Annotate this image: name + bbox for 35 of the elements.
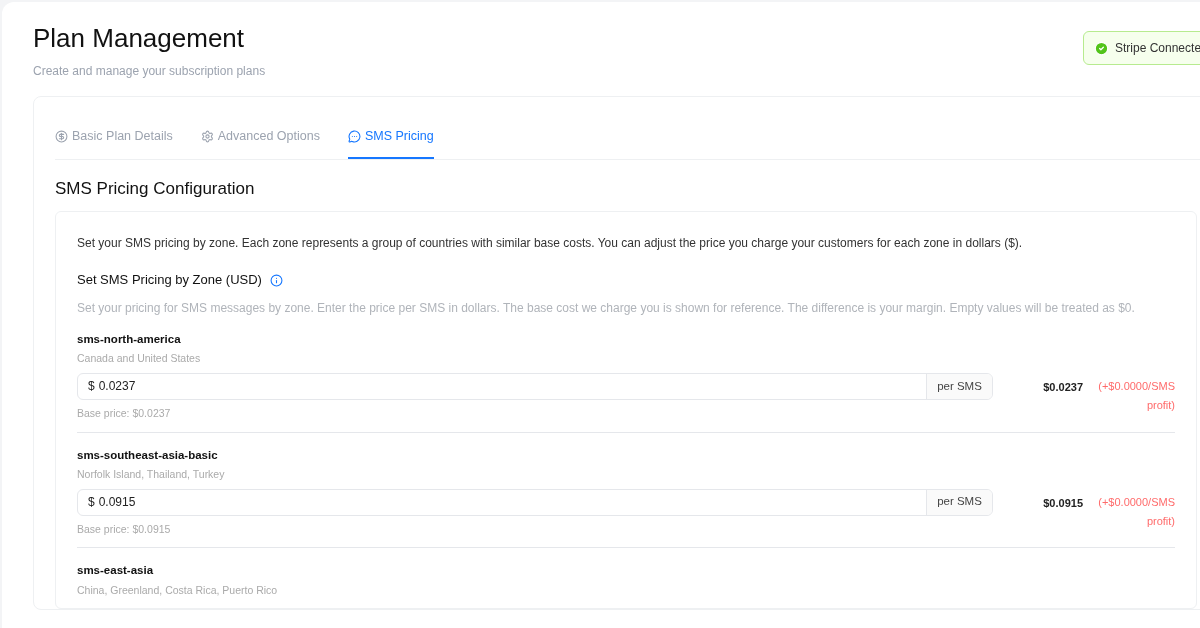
unit-label: per SMS bbox=[926, 373, 992, 399]
tab[interactable]: Advanced Options bbox=[200, 117, 320, 159]
zone-countries: Norfolk Island, Thailand, Turkey bbox=[77, 466, 226, 482]
zone-name: sms-east-asia bbox=[77, 563, 155, 579]
intro-text: Set your SMS pricing by zone. Each zone represents a group of countries with similar base costs. You can adjust the price you charge your customers for each zone in dollars ($). bbox=[77, 235, 1024, 253]
zone-countries: China, Greenland, Costa Rica, Puerto Rico bbox=[77, 582, 279, 598]
unit-label: per SMS bbox=[926, 489, 992, 515]
zone-countries: Canada and United States bbox=[77, 351, 202, 366]
stripe-status-badge: Stripe Connecte bbox=[1083, 31, 1200, 65]
zone-name: sms-southeast-asia-basic bbox=[77, 447, 219, 463]
section-title: SMS Pricing Configuration bbox=[55, 177, 256, 200]
price-input[interactable]: $ 0.0915 per SMS bbox=[77, 488, 993, 516]
price-input[interactable]: $ 0.0237 per SMS bbox=[77, 372, 993, 400]
page-subtitle: Create and manage your subscription plans bbox=[33, 63, 266, 80]
settings-icon bbox=[200, 129, 214, 143]
zone-description: Set your pricing for SMS messages by zone. Enter the price per SMS in dollars. The base cost we charge you is shown for reference. The difference is your margin. Empty values will be treated as $0. bbox=[77, 299, 1136, 317]
dollar-icon bbox=[55, 129, 68, 143]
chat-icon bbox=[347, 129, 361, 143]
check-icon bbox=[1094, 40, 1109, 56]
price-value: 0.0237 bbox=[98, 378, 136, 396]
price-value: 0.0915 bbox=[98, 494, 136, 511]
base-price: Base price: $0.0915 bbox=[77, 521, 172, 537]
info-icon[interactable] bbox=[269, 273, 283, 287]
currency-symbol: $ bbox=[88, 378, 95, 396]
price-total: $0.0915 bbox=[1043, 495, 1083, 511]
price-total: $0.0237 bbox=[1043, 380, 1083, 396]
tab[interactable]: SMS Pricing bbox=[347, 117, 434, 159]
base-price: Base price: $0.0237 bbox=[77, 405, 172, 421]
zone-name: sms-north-america bbox=[77, 331, 182, 347]
currency-symbol: $ bbox=[88, 494, 95, 511]
profit-text: (+$0.0000/SMS profit) bbox=[1097, 494, 1175, 529]
page-title: Plan Management bbox=[33, 22, 246, 54]
tab[interactable]: Basic Plan Details bbox=[55, 117, 173, 159]
profit-text: (+$0.0000/SMS profit) bbox=[1097, 379, 1175, 414]
zone-heading: Set SMS Pricing by Zone (USD) bbox=[77, 271, 262, 290]
